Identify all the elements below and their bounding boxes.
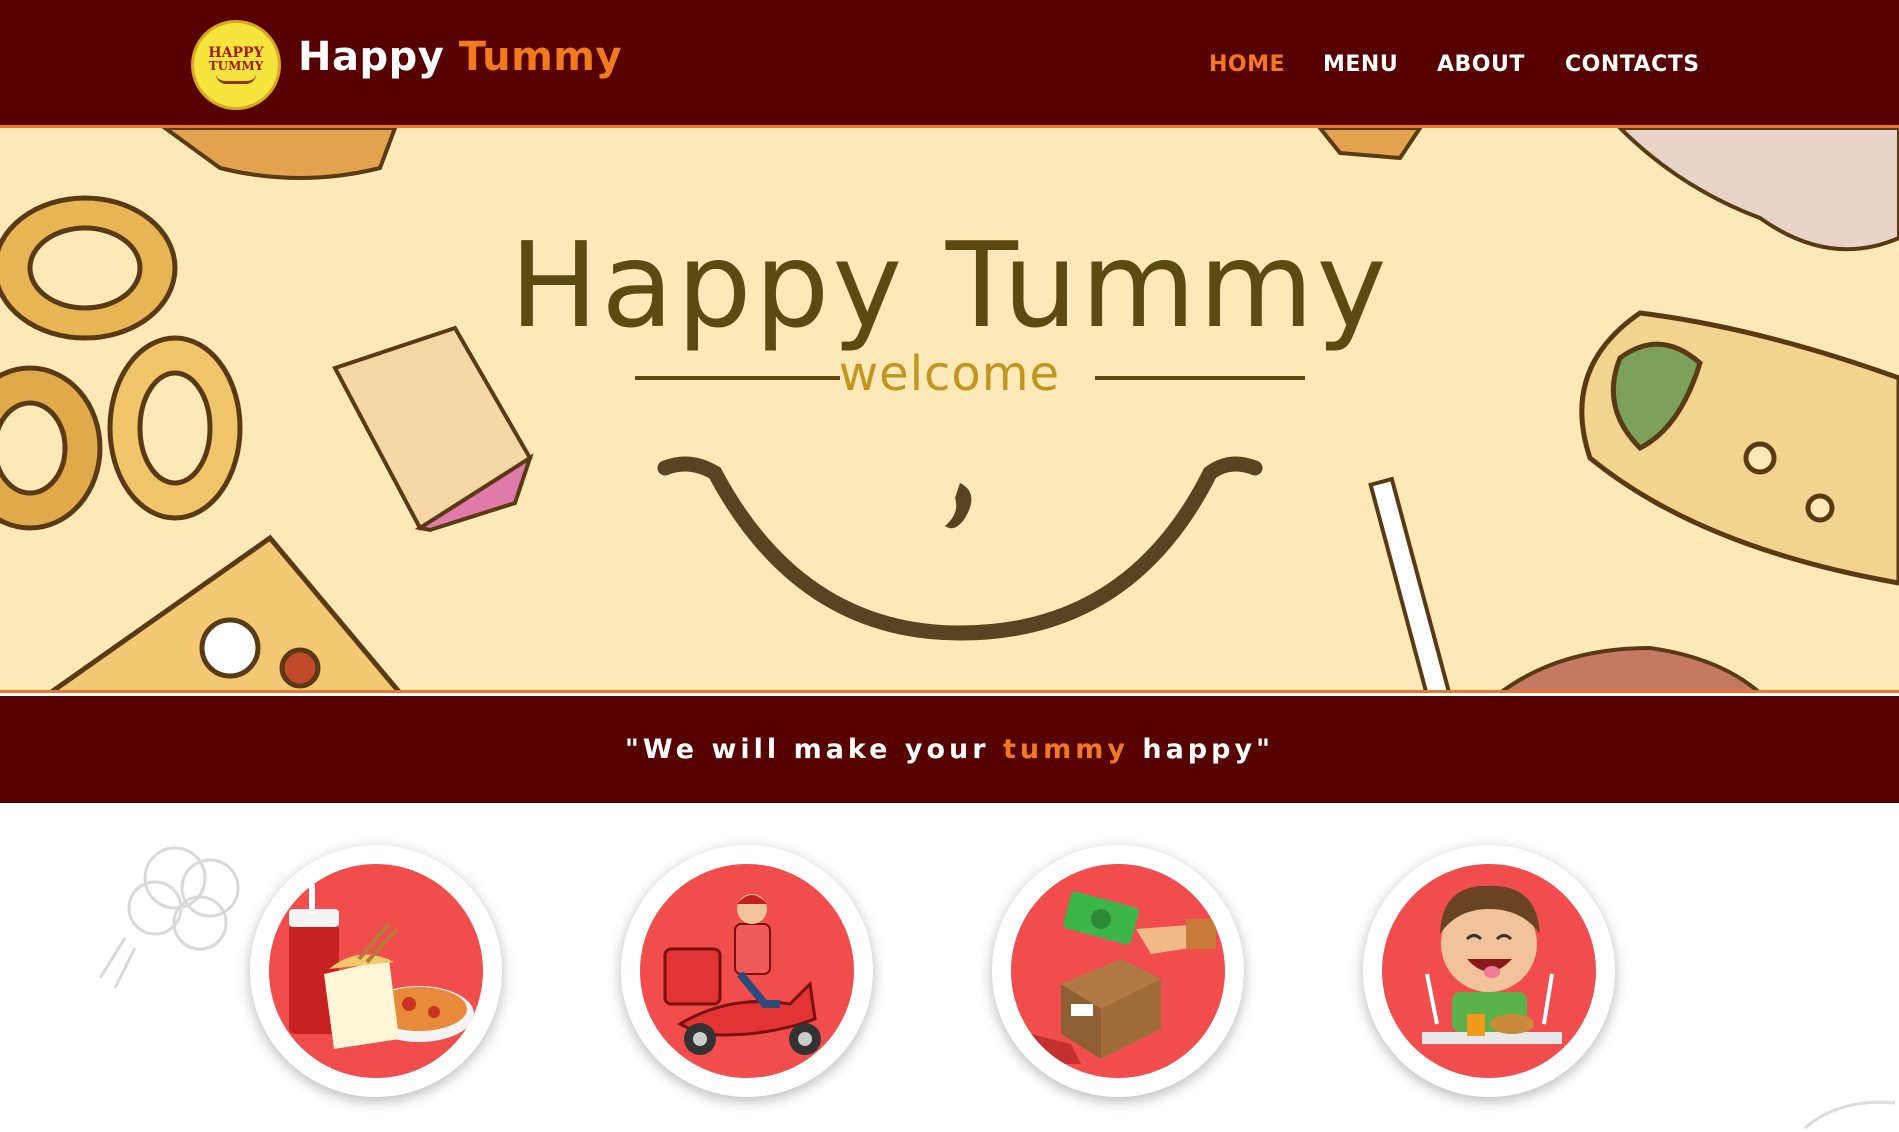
logo-smile-icon [216, 74, 256, 84]
feature-payment-circle[interactable] [992, 845, 1244, 1097]
leaf-sketch-icon [1804, 1100, 1896, 1130]
feature-delivery-circle[interactable] [621, 845, 873, 1097]
nav-link-home[interactable]: HOME [1209, 52, 1285, 77]
feature-food-disc [269, 864, 483, 1078]
cauliflower-sketch-icon [98, 846, 240, 988]
delivery-scooter-icon [663, 894, 821, 1055]
tagline-text-part1: "We will make your [624, 734, 1003, 765]
feature-happy-disc [1382, 864, 1596, 1078]
navbar: HAPPY TUMMY Happy Tummy HOME MENU ABOUT … [0, 0, 1899, 128]
feature-food-circle[interactable] [250, 845, 502, 1097]
fast-food-icon [289, 884, 474, 1049]
happy-eater-icon [1422, 885, 1562, 1044]
pizza-slice-icon [49, 534, 401, 690]
nav-link-contacts[interactable]: CONTACTS [1565, 52, 1700, 77]
tagline-text-part2: happy" [1128, 734, 1275, 765]
brand-name[interactable]: Happy Tummy [298, 34, 622, 80]
tagline-banner: "We will make your tummy happy" [0, 696, 1899, 803]
hero-food-illustrations [0, 128, 1899, 690]
hero-title: Happy Tummy [509, 216, 1390, 354]
logo-text-line1: HAPPY [208, 45, 264, 61]
brand-word-happy: Happy [298, 34, 445, 80]
tagline-accent: tummy [1002, 734, 1129, 765]
feature-happy-circle[interactable] [1363, 845, 1615, 1097]
feature-delivery-disc [640, 864, 854, 1078]
brand-word-tummy: Tummy [458, 34, 623, 80]
wrap-top-icon [161, 128, 398, 180]
cash-payment-icon [1021, 891, 1216, 1064]
logo-text-line2: TUMMY [208, 59, 264, 73]
feature-payment-disc [1011, 864, 1225, 1078]
hero-banner: Happy Tummy welcome [0, 128, 1899, 693]
hero-subtitle: welcome [838, 346, 1061, 402]
nav-link-about[interactable]: ABOUT [1437, 52, 1525, 77]
smile-comma-icon [945, 483, 972, 529]
features-section [0, 803, 1899, 1132]
nav-link-menu[interactable]: MENU [1323, 52, 1398, 77]
logo-badge[interactable]: HAPPY TUMMY [191, 20, 281, 110]
